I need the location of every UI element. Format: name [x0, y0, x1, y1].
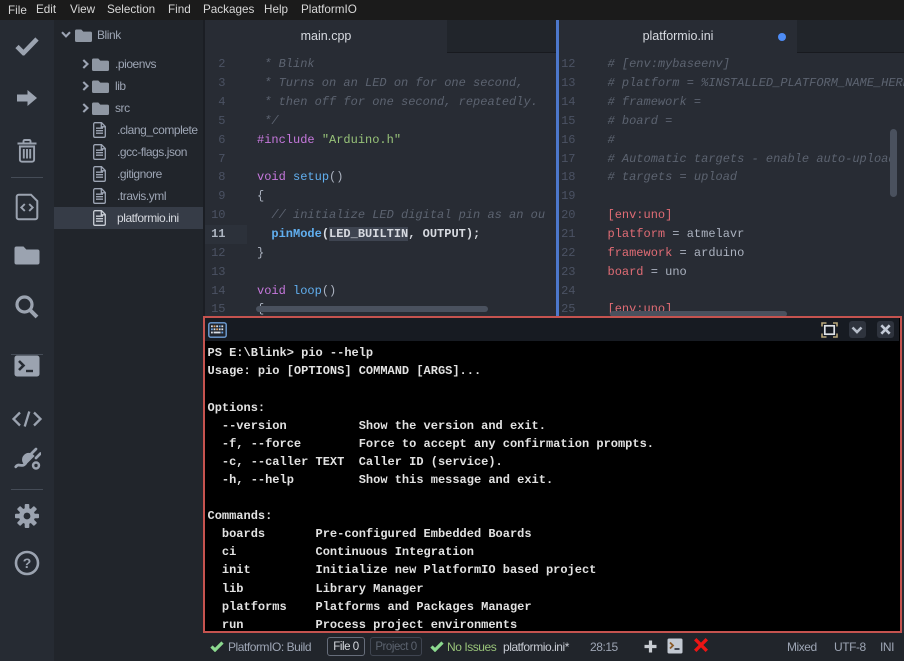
svg-text:?: ?	[23, 555, 32, 571]
